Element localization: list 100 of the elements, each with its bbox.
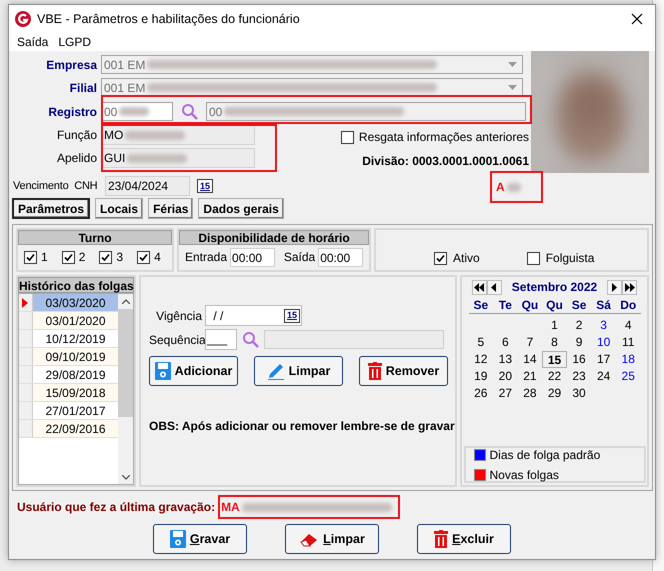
calendar-day[interactable]: 24 bbox=[591, 368, 616, 385]
calendar-day[interactable]: 20 bbox=[493, 368, 518, 385]
month-title: Setembro 2022 bbox=[510, 279, 598, 296]
legend-label: Dias de folga padrão bbox=[490, 446, 600, 464]
calendar-day[interactable]: 5 bbox=[468, 334, 494, 351]
checkbox[interactable] bbox=[62, 250, 75, 264]
field-label: Registro bbox=[47, 104, 98, 120]
calendar-day[interactable]: 25 bbox=[616, 368, 640, 385]
menu-item[interactable]: LGPD bbox=[53, 33, 96, 51]
date-list-item[interactable]: 03/01/2020 bbox=[33, 312, 118, 329]
calendar-day[interactable]: 28 bbox=[518, 385, 542, 402]
calendar-day[interactable]: 10 bbox=[591, 334, 616, 351]
calendar-day[interactable]: 18 bbox=[616, 351, 640, 368]
action-button[interactable]: Adicionar bbox=[149, 356, 238, 386]
search-icon bbox=[242, 331, 259, 348]
field-label: Entrada bbox=[185, 249, 228, 266]
row-header bbox=[19, 384, 33, 401]
checkbox[interactable] bbox=[526, 252, 540, 264]
action-button[interactable]: Gravar bbox=[153, 524, 247, 554]
company-dropdown[interactable]: 001 EM bbox=[101, 55, 523, 74]
field-label: Vencimento CNH bbox=[12, 178, 98, 194]
arrow-icon bbox=[624, 282, 635, 292]
redaction-blur bbox=[127, 154, 188, 162]
calendar-day[interactable]: 1 bbox=[542, 317, 567, 334]
weekday-label: Qu bbox=[545, 297, 564, 313]
calendar-day[interactable]: 19 bbox=[468, 368, 494, 385]
search-icon bbox=[181, 103, 198, 120]
calendar-day[interactable]: 21 bbox=[518, 368, 542, 385]
group-title: Disponibilidade de horário bbox=[179, 230, 369, 245]
last-page-button[interactable] bbox=[622, 280, 637, 294]
redaction-blur bbox=[125, 130, 186, 140]
calendar-day[interactable]: 11 bbox=[616, 334, 640, 351]
time-field[interactable]: 00:00 bbox=[318, 248, 363, 266]
division-code: Divisão: 0003.0001.0001.0061 bbox=[362, 153, 529, 170]
calendar-day[interactable]: 12 bbox=[468, 351, 494, 368]
description-field[interactable] bbox=[264, 330, 444, 349]
menu-item[interactable]: Saída bbox=[12, 33, 54, 51]
calendar-day[interactable]: 2 bbox=[566, 317, 592, 334]
employee-name-field[interactable]: 00 bbox=[206, 102, 526, 121]
legend-label: Novas folgas bbox=[490, 466, 559, 484]
date-field[interactable]: 23/04/2024 bbox=[105, 176, 190, 196]
weekday-label: Qu bbox=[520, 297, 540, 313]
checkbox-label: 3 bbox=[116, 249, 124, 266]
calendar-day[interactable]: 26 bbox=[468, 385, 494, 402]
action-button[interactable]: Limpar bbox=[254, 356, 343, 386]
calendar-day[interactable]: 29 bbox=[542, 385, 567, 402]
date-list-item[interactable]: 09/10/2019 bbox=[33, 348, 118, 365]
field-label: Empresa bbox=[45, 56, 98, 74]
calendar-day[interactable]: 16 bbox=[566, 351, 592, 368]
checkbox-label: 4 bbox=[154, 249, 161, 266]
tab[interactable]: Dados gerais bbox=[198, 198, 284, 219]
calendar-day[interactable]: 4 bbox=[616, 317, 640, 334]
app-logo-icon bbox=[15, 11, 31, 27]
text-field[interactable]: GUI bbox=[101, 148, 255, 168]
date-list-item[interactable]: 22/09/2016 bbox=[33, 420, 118, 437]
action-button[interactable]: Excluir bbox=[417, 524, 511, 554]
redaction-blur bbox=[506, 182, 521, 192]
text-field[interactable]: MO bbox=[101, 125, 255, 145]
date-list-item[interactable]: 03/03/2020 bbox=[33, 294, 118, 311]
previous-button[interactable] bbox=[487, 280, 502, 294]
tab[interactable]: Férias bbox=[148, 198, 194, 219]
date-list-item[interactable]: 15/09/2018 bbox=[33, 384, 118, 401]
calendar-day[interactable]: 23 bbox=[566, 368, 592, 385]
calendar-button[interactable]: 15 bbox=[284, 308, 300, 322]
group-title: Histórico das folgas bbox=[18, 277, 134, 293]
checkbox[interactable] bbox=[24, 250, 37, 264]
dropdown-arrow-icon bbox=[508, 84, 517, 90]
note-text: OBS: Após adicionar ou remover lembre-se de gravar bbox=[149, 418, 455, 435]
row-header bbox=[19, 420, 33, 437]
checkbox[interactable] bbox=[434, 252, 447, 264]
calendar-day[interactable]: 15 bbox=[542, 351, 567, 368]
tab[interactable]: Parâmetros bbox=[12, 198, 90, 219]
checkbox[interactable] bbox=[340, 130, 354, 144]
field-label: Saída bbox=[284, 249, 316, 266]
next-button[interactable] bbox=[607, 280, 622, 294]
calendar-day[interactable]: 9 bbox=[566, 334, 592, 351]
first-page-button[interactable] bbox=[472, 280, 487, 294]
calendar-day[interactable]: 22 bbox=[542, 368, 567, 385]
sequence-field[interactable]: ___ bbox=[205, 329, 237, 350]
calendar-day[interactable]: 30 bbox=[566, 385, 592, 402]
calendar-day[interactable]: 17 bbox=[591, 351, 616, 368]
action-button[interactable]: Remover bbox=[359, 356, 448, 386]
calendar-day[interactable]: 3 bbox=[591, 317, 616, 334]
action-button[interactable]: Limpar bbox=[285, 524, 379, 554]
calendar-button[interactable]: 15 bbox=[197, 179, 213, 193]
time-field[interactable]: 00:00 bbox=[230, 248, 275, 266]
calendar-day[interactable]: 13 bbox=[493, 351, 518, 368]
checkbox[interactable] bbox=[99, 250, 112, 264]
checkbox-label: 1 bbox=[41, 249, 48, 266]
calendar-day[interactable]: 7 bbox=[518, 334, 542, 351]
scrollbar[interactable] bbox=[118, 294, 133, 484]
calendar-day[interactable]: 27 bbox=[493, 385, 518, 402]
registration-code-field[interactable]: 00 bbox=[101, 102, 173, 121]
calendar-day[interactable]: 8 bbox=[542, 334, 567, 351]
checkbox[interactable] bbox=[137, 250, 150, 264]
calendar-day[interactable]: 14 bbox=[518, 351, 542, 368]
calendar-day[interactable]: 6 bbox=[493, 334, 518, 351]
trash-can-icon bbox=[434, 530, 448, 548]
eraser-icon bbox=[299, 531, 320, 547]
tab[interactable]: Locais bbox=[95, 198, 144, 219]
